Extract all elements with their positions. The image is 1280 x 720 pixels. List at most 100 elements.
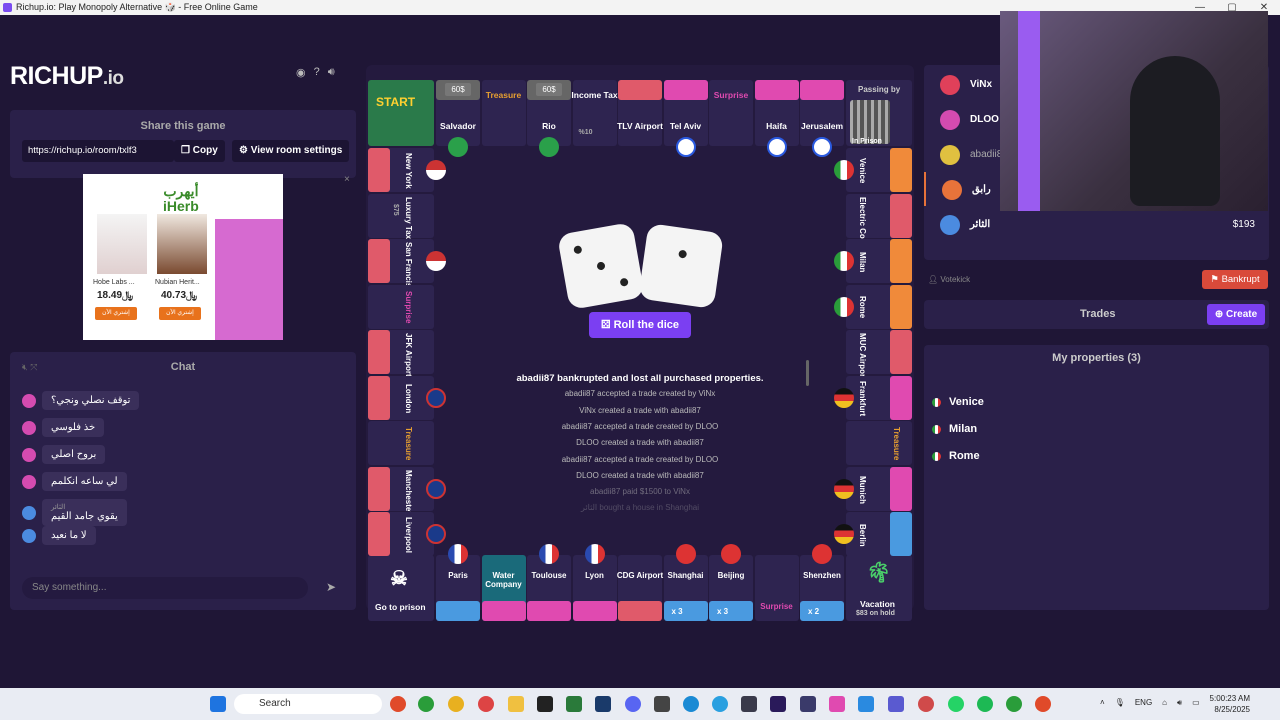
- color-strip: [527, 601, 571, 621]
- uk-flag-icon: [426, 478, 446, 499]
- windows-start-icon[interactable]: [210, 696, 226, 712]
- vscode-icon[interactable]: [858, 696, 874, 712]
- discord-icon[interactable]: [625, 696, 641, 712]
- board-cell-left[interactable]: [368, 193, 434, 238]
- votekick-button[interactable]: 👤︎ Votekick: [928, 275, 970, 284]
- excel-icon[interactable]: [566, 696, 582, 712]
- board-cell-left[interactable]: [368, 284, 434, 329]
- share-panel: Share this game https://richup.io/room/t…: [10, 110, 356, 178]
- volume-icon[interactable]: 🔊︎: [1177, 698, 1182, 708]
- copy-button[interactable]: ❐ Copy: [174, 140, 225, 162]
- cell-name: Toulouse: [531, 571, 567, 580]
- property-item[interactable]: Milan: [932, 423, 977, 435]
- italy-flag-icon: [834, 296, 854, 317]
- house-count-badge: x 3: [717, 607, 729, 616]
- clock[interactable]: 5:00:23 AM 8/25/2025: [1210, 693, 1250, 715]
- help-icon[interactable]: ?: [314, 66, 320, 79]
- chat-bubble: بروح اصلي: [42, 445, 106, 464]
- chat-message: لا ما نعيد: [22, 526, 96, 545]
- chrome-icon[interactable]: [418, 696, 434, 712]
- roll-dice-label: Roll the dice: [613, 319, 680, 331]
- app-icon[interactable]: [654, 696, 670, 712]
- color-strip: [663, 80, 708, 100]
- property-item[interactable]: Rome: [932, 450, 980, 462]
- app-icon[interactable]: [741, 696, 757, 712]
- ad-model-image: [215, 219, 283, 340]
- roll-dice-button[interactable]: ⚄ Roll the dice: [589, 312, 691, 338]
- microphone-icon[interactable]: 🎙︎: [1115, 698, 1125, 708]
- ad-banner[interactable]: أيهرب iHerb Hobe Labs ... Nubian Herit...…: [83, 174, 283, 340]
- color-strip: [368, 375, 390, 420]
- ad-buy-button[interactable]: إشتري الآن: [95, 307, 137, 320]
- volume-icon[interactable]: 🔊︎: [328, 66, 335, 79]
- board-cell-right[interactable]: [846, 421, 912, 465]
- player-avatar: [940, 75, 960, 95]
- bankrupt-button[interactable]: ⚑ Bankrupt: [1202, 270, 1268, 289]
- trades-title: Trades: [1080, 308, 1116, 320]
- board-cell-bottom[interactable]: [754, 555, 799, 621]
- player-avatar: [940, 215, 960, 235]
- room-settings-button[interactable]: ⚙ View room settings: [232, 140, 350, 162]
- taskbar: Search ˄ 🎙︎ ENG ⌂ 🔊︎ ▭ 5:00:23 AM 8/25/20…: [0, 688, 1280, 720]
- chat-bubble: لي ساعه انكلمم: [42, 472, 127, 491]
- italy-flag-icon: [834, 160, 854, 180]
- chat-input[interactable]: Say something...: [22, 577, 308, 599]
- xbox-icon[interactable]: [1006, 696, 1022, 712]
- teams-icon[interactable]: [888, 696, 904, 712]
- log-entry: ViNx created a trade with abadii87: [579, 405, 701, 415]
- logo[interactable]: RICHUP.io: [10, 62, 124, 91]
- spotify-icon[interactable]: [977, 696, 993, 712]
- recording-icon[interactable]: [918, 696, 934, 712]
- log-scrollbar[interactable]: [806, 360, 809, 386]
- send-icon[interactable]: ➤: [326, 580, 336, 594]
- app-icon[interactable]: [829, 696, 845, 712]
- create-trade-button[interactable]: ⊕ Create: [1207, 304, 1265, 325]
- app-icon[interactable]: [537, 696, 553, 712]
- property-name: Venice: [949, 396, 984, 408]
- chrome-icon[interactable]: [390, 696, 406, 712]
- edge-icon[interactable]: [683, 696, 699, 712]
- discord-icon[interactable]: ◉: [296, 66, 306, 79]
- chrome-icon[interactable]: [1035, 696, 1051, 712]
- log-entry: abadii87 accepted a trade created by DLO…: [561, 421, 719, 431]
- corner-start[interactable]: [368, 80, 434, 146]
- avatar: [22, 393, 36, 408]
- share-title: Share this game: [140, 120, 226, 132]
- ad-close-icon[interactable]: ×: [344, 174, 350, 185]
- chrome-icon[interactable]: [478, 696, 494, 712]
- color-strip: [368, 466, 390, 511]
- board-cell-left[interactable]: [368, 421, 434, 465]
- language-indicator[interactable]: ENG: [1135, 698, 1152, 708]
- chevron-up-icon[interactable]: ˄: [1100, 698, 1105, 708]
- logo-text: RICHUP: [10, 62, 103, 90]
- taskbar-search[interactable]: Search: [234, 694, 382, 714]
- room-url[interactable]: https://richup.io/room/txlf3: [22, 140, 174, 162]
- chrome-icon[interactable]: [448, 696, 464, 712]
- whatsapp-icon[interactable]: [948, 696, 964, 712]
- photoshop-icon[interactable]: [800, 696, 816, 712]
- germany-flag-icon: [834, 478, 854, 499]
- dice-right: [638, 223, 724, 309]
- player-avatar: [940, 110, 960, 130]
- passing-by-label: Passing by: [858, 85, 901, 94]
- player-avatar: [942, 180, 962, 200]
- property-item[interactable]: Venice: [932, 396, 984, 408]
- player-row[interactable]: الثائر $193: [924, 207, 1269, 241]
- chat-message: خذ فلوسي: [22, 418, 105, 437]
- cell-name: San Francisco: [404, 242, 413, 297]
- avatar: [22, 528, 36, 543]
- ad-buy-button[interactable]: إشتري الآن: [159, 307, 201, 320]
- cell-name: CDG Airport: [616, 571, 664, 580]
- cell-name: Berlin: [858, 523, 867, 547]
- chat-message: الثائر يقوي جامد القيم: [22, 499, 127, 526]
- network-icon[interactable]: ⌂: [1162, 698, 1167, 708]
- folder-icon[interactable]: [508, 696, 524, 712]
- premiere-icon[interactable]: [770, 696, 786, 712]
- telegram-icon[interactable]: [712, 696, 728, 712]
- chat-bubble: لا ما نعيد: [42, 526, 96, 545]
- chat-text: خذ فلوسي: [51, 422, 96, 433]
- cell-name: Milan: [858, 251, 867, 273]
- battery-icon[interactable]: ▭: [1192, 698, 1200, 708]
- cell-name: Venice: [858, 158, 867, 184]
- steam-icon[interactable]: [595, 696, 611, 712]
